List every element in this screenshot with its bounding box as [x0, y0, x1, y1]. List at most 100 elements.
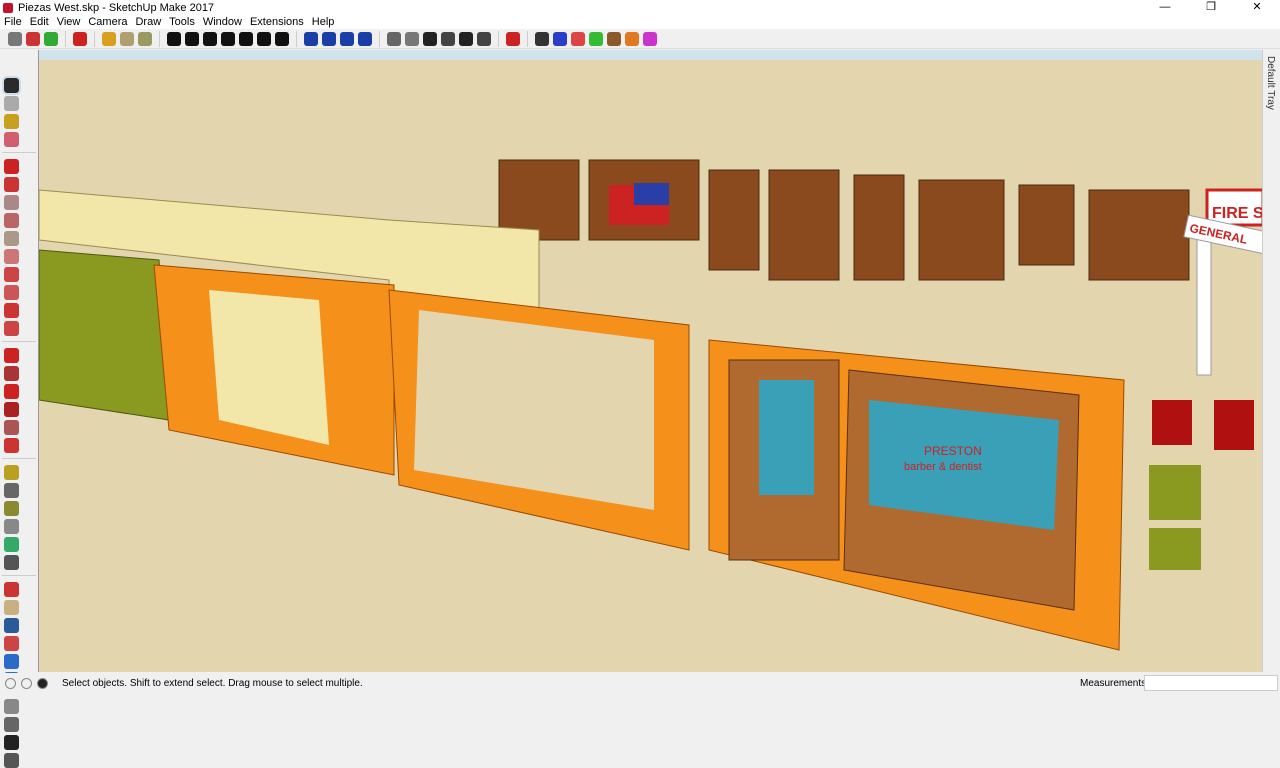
pencil-icon[interactable]	[3, 158, 19, 174]
measurements-input[interactable]	[1144, 675, 1278, 691]
look-around-icon[interactable]	[3, 716, 19, 732]
house-3-icon[interactable]	[423, 31, 437, 46]
default-tray-tab[interactable]: Default Tray	[1262, 50, 1280, 672]
menu-extensions[interactable]: Extensions	[246, 15, 308, 29]
dimension-icon[interactable]	[3, 482, 19, 498]
three-point-arc-icon[interactable]	[3, 320, 19, 336]
red-push-icon[interactable]	[506, 31, 520, 46]
rectangle-icon[interactable]	[3, 194, 19, 210]
intersect-icon[interactable]	[203, 31, 217, 46]
eraser-icon[interactable]	[3, 131, 19, 147]
credits-icon[interactable]	[21, 677, 32, 689]
minimize-button[interactable]: —	[1142, 0, 1188, 15]
circle-icon[interactable]	[3, 230, 19, 246]
toolbar-separator	[159, 30, 160, 47]
rotated-rectangle-icon[interactable]	[3, 212, 19, 228]
toolbar-separator	[498, 30, 499, 47]
lock-icon[interactable]	[26, 31, 40, 46]
sign-text: FIRE S	[1212, 205, 1262, 222]
zoom-window-icon[interactable]	[3, 635, 19, 651]
house-6-icon[interactable]	[477, 31, 491, 46]
tool-separator	[2, 337, 36, 342]
pie-icon[interactable]	[3, 284, 19, 300]
gear-icon[interactable]	[275, 31, 289, 46]
offset-icon[interactable]	[3, 437, 19, 453]
text-icon[interactable]	[3, 518, 19, 534]
black-push-icon[interactable]	[535, 31, 549, 46]
back-doors-row	[498, 159, 1190, 281]
3d-text-icon[interactable]	[3, 554, 19, 570]
split-icon[interactable]	[239, 31, 253, 46]
section-plane-icon[interactable]	[3, 752, 19, 768]
menu-draw[interactable]: Draw	[131, 15, 165, 29]
house-4-icon[interactable]	[441, 31, 455, 46]
maximize-button[interactable]: ❐	[1188, 0, 1234, 15]
arrow-up-icon[interactable]	[340, 31, 354, 46]
title-bar: Piezas West.skp - SketchUp Make 2017 — ❐…	[0, 0, 1280, 15]
arrow-down-icon[interactable]	[322, 31, 336, 46]
sketchup-logo-icon	[3, 2, 13, 13]
walk-icon[interactable]	[3, 734, 19, 750]
follow-me-icon[interactable]	[3, 401, 19, 417]
leaf-icon[interactable]	[44, 31, 58, 46]
union-icon[interactable]	[167, 31, 181, 46]
two-point-arc-icon[interactable]	[3, 302, 19, 318]
house-1-icon[interactable]	[387, 31, 401, 46]
magenta-push-icon[interactable]	[643, 31, 657, 46]
orange-push-icon[interactable]	[625, 31, 639, 46]
menu-bar: File Edit View Camera Draw Tools Window Extensi…	[0, 15, 1280, 29]
arc-icon[interactable]	[3, 266, 19, 282]
axes-icon[interactable]	[3, 536, 19, 552]
trim-icon[interactable]	[221, 31, 235, 46]
user-icon[interactable]	[37, 677, 48, 689]
cube-x-icon[interactable]	[120, 31, 134, 46]
move-icon[interactable]	[3, 347, 19, 363]
menu-tools[interactable]: Tools	[165, 15, 199, 29]
house-5-icon[interactable]	[459, 31, 473, 46]
3d-viewport[interactable]: FIRE S GENERAL PRESTON barber & dentist	[38, 50, 1262, 672]
select-icon[interactable]	[1, 75, 21, 95]
arrow-up-bar-icon[interactable]	[358, 31, 372, 46]
component-icon[interactable]	[3, 95, 19, 111]
menu-window[interactable]: Window	[199, 15, 246, 29]
zoom-extents-icon[interactable]	[3, 653, 19, 669]
freehand-icon[interactable]	[3, 176, 19, 192]
brown-push-icon[interactable]	[607, 31, 621, 46]
tape-measure-icon[interactable]	[3, 464, 19, 480]
outer-shell-icon[interactable]	[257, 31, 271, 46]
cube-icon[interactable]	[102, 31, 116, 46]
zoom-icon[interactable]	[3, 617, 19, 633]
subtract-icon[interactable]	[185, 31, 199, 46]
menu-camera[interactable]: Camera	[84, 15, 131, 29]
scene-model: FIRE S GENERAL PRESTON barber & dentist	[39, 159, 1262, 651]
cube-y-icon[interactable]	[138, 31, 152, 46]
flag	[609, 183, 669, 225]
protractor-icon[interactable]	[3, 500, 19, 516]
toolbar-separator	[94, 30, 95, 47]
record-icon[interactable]	[73, 31, 87, 46]
red-push-2-icon[interactable]	[571, 31, 585, 46]
scale-icon[interactable]	[3, 419, 19, 435]
olive-wall	[39, 249, 170, 421]
push-pull-icon[interactable]	[3, 365, 19, 381]
tool-separator	[2, 454, 36, 459]
paint-bucket-icon[interactable]	[3, 113, 19, 129]
geolocation-icon[interactable]	[5, 677, 16, 689]
rotate-icon[interactable]	[3, 383, 19, 399]
pan-icon[interactable]	[3, 599, 19, 615]
menu-edit[interactable]: Edit	[26, 15, 53, 29]
menu-help[interactable]: Help	[308, 15, 339, 29]
toolbar	[0, 29, 1280, 49]
position-camera-icon[interactable]	[3, 698, 19, 714]
green-push-icon[interactable]	[589, 31, 603, 46]
close-button[interactable]: ✕	[1234, 0, 1280, 15]
menu-file[interactable]: File	[0, 15, 26, 29]
shield-icon[interactable]	[8, 31, 22, 46]
house-2-icon[interactable]	[405, 31, 419, 46]
polygon-icon[interactable]	[3, 248, 19, 264]
blue-push-icon[interactable]	[553, 31, 567, 46]
menu-view[interactable]: View	[53, 15, 85, 29]
arrow-down-bar-icon[interactable]	[304, 31, 318, 46]
orbit-icon[interactable]	[3, 581, 19, 597]
measurements-label: Measurements	[1080, 678, 1147, 689]
